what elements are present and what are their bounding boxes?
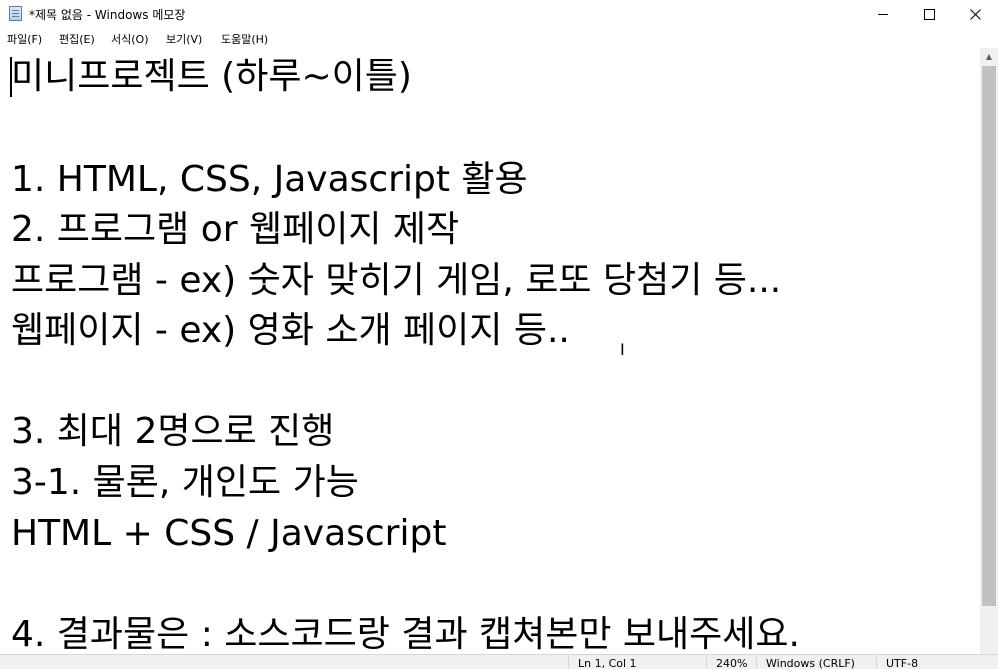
text-caret xyxy=(10,57,12,97)
vertical-scrollbar[interactable]: ▲ xyxy=(980,48,998,654)
scroll-up-arrow-icon[interactable]: ▲ xyxy=(980,48,998,65)
text-line: 3. 최대 2명으로 진행 xyxy=(11,411,335,452)
text-line: 미니프로젝트 (하루~이틀) xyxy=(11,56,412,97)
menu-help[interactable]: 도움말(H) xyxy=(221,31,268,47)
menu-format[interactable]: 서식(O) xyxy=(111,31,148,47)
window-title: *제목 없음 - Windows 메모장 xyxy=(29,8,186,22)
close-button[interactable] xyxy=(952,0,998,28)
ibeam-cursor-icon: I xyxy=(620,340,625,359)
maximize-button[interactable] xyxy=(906,0,952,28)
minimize-icon xyxy=(878,13,888,15)
status-bar: Ln 1, Col 1 240% Windows (CRLF) UTF-8 xyxy=(0,654,998,670)
maximize-icon xyxy=(923,8,935,20)
status-divider xyxy=(706,655,707,669)
zoom-level: 240% xyxy=(716,657,748,670)
menu-edit[interactable]: 편집(E) xyxy=(59,31,95,47)
line-ending: Windows (CRLF) xyxy=(766,657,855,670)
text-editor[interactable]: 미니프로젝트 (하루~이틀) 1. HTML, CSS, Javascript … xyxy=(0,48,980,654)
close-icon xyxy=(969,8,981,20)
text-line: 4. 결과물은 : 소스코드랑 결과 캡쳐본만 보내주세요. xyxy=(11,614,800,654)
text-line: 1. HTML, CSS, Javascript 활용 xyxy=(11,159,528,200)
encoding: UTF-8 xyxy=(886,657,919,670)
title-bar[interactable]: *제목 없음 - Windows 메모장 xyxy=(0,0,998,28)
scrollbar-thumb[interactable] xyxy=(982,66,996,606)
notepad-icon xyxy=(9,6,22,21)
cursor-position: Ln 1, Col 1 xyxy=(578,657,637,670)
text-line: 3-1. 물론, 개인도 가능 xyxy=(11,462,359,503)
minimize-button[interactable] xyxy=(860,0,906,28)
menu-file[interactable]: 파일(F) xyxy=(7,31,42,47)
text-line: 웹페이지 - ex) 영화 소개 페이지 등.. xyxy=(11,310,570,351)
text-line: 프로그램 - ex) 숫자 맞히기 게임, 로또 당첨기 등... xyxy=(11,260,782,301)
menu-bar: 파일(F) 편집(E) 서식(O) 보기(V) 도움말(H) xyxy=(0,28,998,48)
status-divider xyxy=(876,655,877,669)
menu-view[interactable]: 보기(V) xyxy=(166,31,202,47)
status-divider xyxy=(568,655,569,669)
text-line: 2. 프로그램 or 웹페이지 제작 xyxy=(11,209,460,250)
text-line: HTML + CSS / Javascript xyxy=(11,513,447,554)
status-divider xyxy=(756,655,757,669)
